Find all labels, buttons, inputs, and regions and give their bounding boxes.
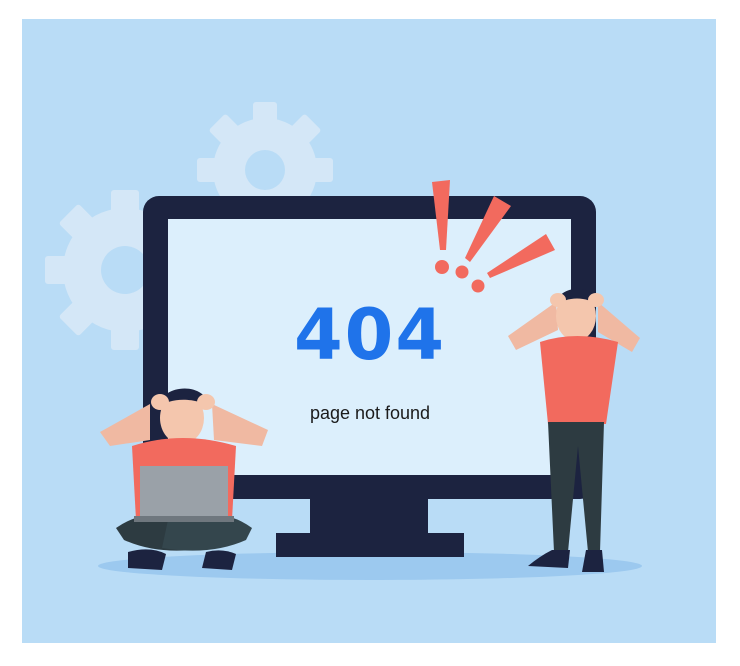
- monitor-neck: [310, 499, 428, 535]
- monitor-base: [276, 533, 464, 557]
- error-message: page not found: [309, 403, 431, 423]
- laptop-icon: [134, 466, 234, 522]
- error-code: 404: [293, 294, 447, 376]
- illustration-canvas: 404 page not found: [0, 0, 740, 666]
